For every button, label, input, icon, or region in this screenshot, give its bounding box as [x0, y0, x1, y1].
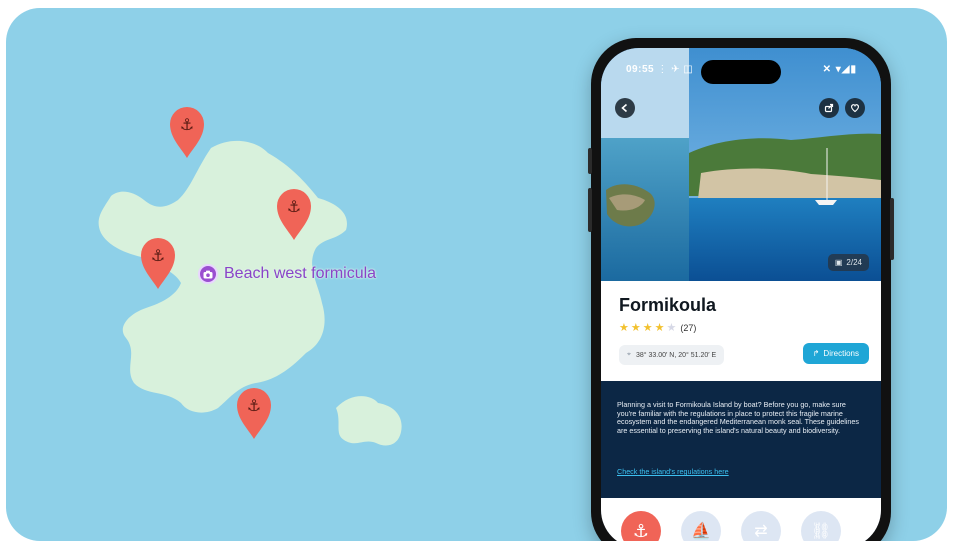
link-icon: ⛓ [810, 523, 832, 540]
bottom-action-bar: ⚓ ⛵ ⇄ ⛓ [601, 498, 881, 541]
coordinates-pill[interactable]: ⌖ 38° 33.00′ N, 20° 51.20′ E [619, 345, 725, 365]
boat-tab-button[interactable]: ⛵ [681, 511, 721, 541]
svg-text:⚓: ⚓ [247, 396, 261, 415]
map-poi-marker[interactable]: Beach west formicula [198, 264, 376, 284]
anchor-pin[interactable]: ⚓ [141, 238, 175, 289]
directions-button[interactable]: ↱ Directions [802, 343, 869, 364]
star-icon: ★ [630, 322, 641, 334]
directions-icon: ↱ [812, 349, 820, 358]
boat-icon: ⛵ [691, 523, 711, 540]
dock-tab-button[interactable]: ⇄ [741, 511, 781, 541]
description-panel: Planning a visit to Formikoula Island by… [601, 381, 881, 498]
phone-side-button [890, 198, 894, 260]
favorite-button[interactable] [845, 98, 865, 118]
svg-text:⚓: ⚓ [180, 115, 194, 134]
background-card: ⚓ ⚓ ⚓ ⚓ Beach west formicula 09:55 ⋮ ✈ ◫ [6, 8, 947, 541]
phone-screen: 09:55 ⋮ ✈ ◫ ✕ ▾◢▮ ▣ 2/24 Formikoula ★ ★ … [601, 48, 881, 541]
status-bar: 09:55 ⋮ ✈ ◫ ✕ ▾◢▮ [601, 48, 881, 90]
share-button[interactable] [819, 98, 839, 118]
star-icon: ★ [654, 322, 665, 334]
status-indicators: ✕ ▾◢▮ [822, 64, 857, 75]
poi-label: Beach west formicula [224, 265, 377, 282]
phone-side-button [588, 188, 592, 232]
link-tab-button[interactable]: ⛓ [801, 511, 841, 541]
phone-side-button [588, 148, 592, 174]
anchor-icon: ⚓ [632, 520, 650, 541]
anchor-pin[interactable]: ⚓ [170, 107, 204, 158]
camera-icon [198, 264, 218, 284]
coordinates-text: 38° 33.00′ N, 20° 51.20′ E [635, 351, 717, 359]
star-icon: ★ [642, 322, 653, 334]
gallery-icon: ▣ [834, 258, 843, 267]
photo-counter[interactable]: ▣ 2/24 [827, 254, 869, 271]
place-title: Formikoula [619, 295, 717, 315]
regulations-link[interactable]: Check the island's regulations here [617, 467, 729, 476]
anchor-pin[interactable]: ⚓ [237, 388, 271, 439]
dock-icon: ⇄ [754, 523, 768, 540]
dynamic-island [701, 60, 781, 84]
location-pin-icon: ⌖ [627, 351, 631, 358]
place-info-panel: Formikoula ★ ★ ★ ★ ★ (27) ⌖ 38° 33.00′ N… [601, 281, 881, 381]
phone-frame: 09:55 ⋮ ✈ ◫ ✕ ▾◢▮ ▣ 2/24 Formikoula ★ ★ … [588, 38, 894, 541]
back-button[interactable] [615, 98, 635, 118]
svg-text:⚓: ⚓ [151, 246, 165, 265]
description-text: Planning a visit to Formikoula Island by… [617, 400, 859, 435]
rating-count: (27) [680, 322, 697, 333]
island-southeast [336, 396, 402, 446]
svg-text:⚓: ⚓ [287, 197, 301, 216]
status-time: 09:55 ⋮ ✈ ◫ [626, 64, 694, 75]
anchor-tab-button[interactable]: ⚓ [621, 511, 661, 541]
star-icon: ★ [666, 322, 677, 334]
star-icon: ★ [619, 322, 629, 334]
rating-row[interactable]: ★ ★ ★ ★ ★ (27) [619, 321, 696, 334]
